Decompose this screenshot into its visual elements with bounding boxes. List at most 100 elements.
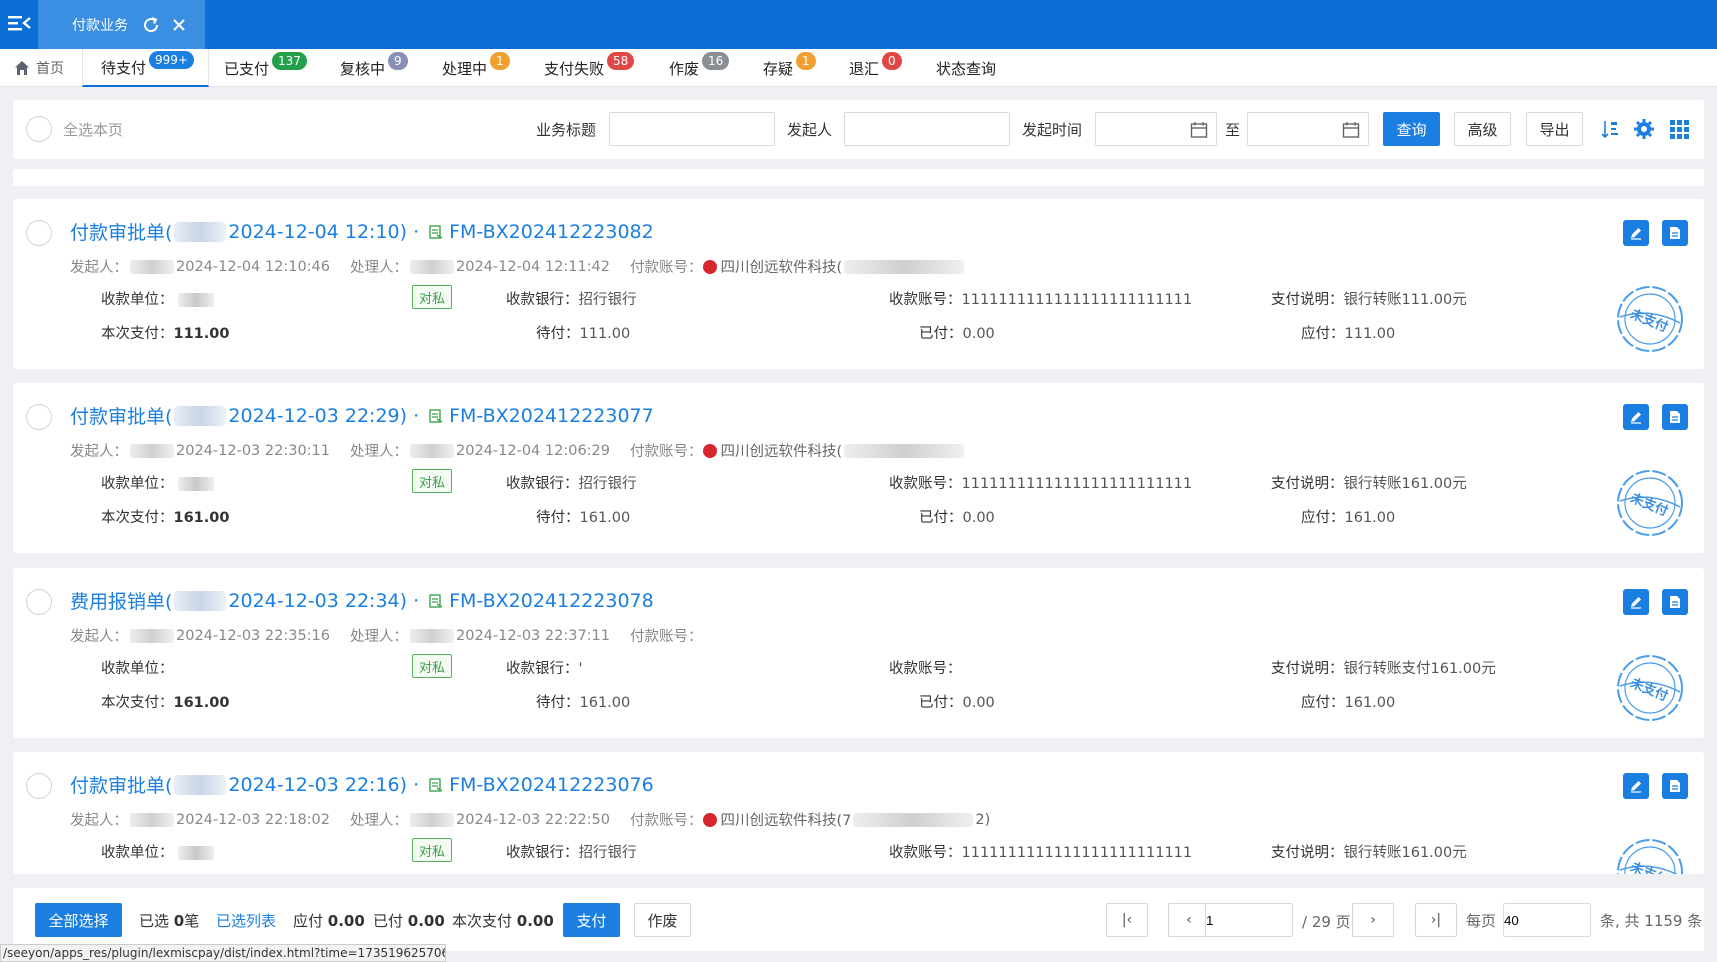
count-badge: 1 — [796, 52, 816, 70]
tab-returned[interactable]: 退汇 0 — [849, 49, 902, 87]
card-title[interactable]: 付款审批单( 2024-12-03 22:29) · FM-BX20241222… — [70, 402, 654, 429]
payment-card[interactable]: 付款审批单( 2024-12-03 22:29) · FM-BX20241222… — [13, 383, 1704, 553]
paid: 已付：0.00 — [919, 691, 995, 712]
payee-account-value: 1111111111111111111111111 — [961, 476, 1193, 492]
pay-desc-label: 支付说明： — [1271, 661, 1344, 677]
stamp-text: 未支付 — [1627, 675, 1670, 705]
edit-button[interactable] — [1623, 220, 1649, 246]
card-title[interactable]: 费用报销单( 2024-12-03 22:34) · FM-BX20241222… — [70, 587, 654, 614]
paid-label: 已付： — [919, 326, 963, 342]
first-page-button[interactable]: |‹ — [1106, 903, 1148, 937]
pay-account-value: 四川创远软件科技( — [720, 260, 843, 276]
payment-card[interactable]: 付款审批单( 2024-12-03 22:16) · FM-BX20241222… — [13, 752, 1704, 874]
count-badge: 0 — [882, 52, 902, 70]
tab-void[interactable]: 作废 16 — [669, 49, 730, 87]
refresh-icon[interactable] — [142, 16, 160, 34]
detail-button[interactable] — [1662, 404, 1688, 430]
tab-reviewing[interactable]: 复核中 9 — [340, 49, 408, 87]
redacted-name — [174, 405, 227, 426]
payable-summary: 应付 0.00 — [293, 910, 365, 931]
payee-bank: 收款银行：招行银行 — [506, 288, 637, 309]
advanced-button[interactable]: 高级 — [1454, 112, 1511, 146]
payee-bank-label: 收款银行： — [506, 476, 579, 492]
payee-bank-label: 收款银行： — [506, 661, 579, 677]
card-code[interactable]: FM-BX202412223082 — [449, 221, 654, 243]
edit-button[interactable] — [1623, 589, 1649, 615]
tab-label: 作废 — [669, 59, 700, 78]
to-pay: 待付：111.00 — [536, 322, 630, 343]
card-code[interactable]: FM-BX202412223077 — [449, 405, 654, 427]
tab-label: 待支付 — [101, 58, 147, 77]
card-title-time: 2024-12-03 22:34) — [228, 589, 408, 612]
payment-card[interactable]: 付款审批单( 2024-12-04 12:10) · FM-BX20241222… — [13, 199, 1704, 369]
selected-list-link[interactable]: 已选列表 — [216, 910, 276, 931]
initiator-input[interactable] — [844, 112, 1010, 146]
edit-icon — [1631, 597, 1641, 609]
tab-home[interactable]: 首页 — [14, 49, 64, 87]
menu-collapse-icon[interactable] — [6, 10, 32, 36]
detail-button[interactable] — [1662, 773, 1688, 799]
paid-value: 0.00 — [407, 912, 445, 930]
pay-button[interactable]: 支付 — [563, 903, 620, 937]
payment-card[interactable]: 费用报销单( 2024-12-03 22:34) · FM-BX20241222… — [13, 568, 1704, 738]
pay-desc: 支付说明：银行转账161.00元 — [1271, 841, 1467, 862]
tab-pending[interactable]: 待支付 999+ — [82, 49, 209, 87]
card-select-radio[interactable] — [26, 589, 52, 615]
top-bar: 付款业务 — [0, 0, 1717, 49]
select-page-radio[interactable] — [26, 116, 52, 142]
per-page-label: 每页 — [1466, 912, 1497, 930]
void-button[interactable]: 作废 — [634, 903, 691, 937]
edit-button[interactable] — [1623, 404, 1649, 430]
tab-paid[interactable]: 已支付 137 — [224, 49, 307, 87]
count-badge: 9 — [388, 52, 408, 70]
app-tab-payment[interactable]: 付款业务 — [38, 0, 205, 49]
query-button[interactable]: 查询 — [1383, 112, 1440, 146]
prev-page-button[interactable]: ‹ — [1168, 903, 1210, 937]
payable-value: 161.00 — [1344, 510, 1396, 526]
detail-button[interactable] — [1662, 589, 1688, 615]
calendar-icon[interactable] — [1190, 121, 1208, 139]
card-code[interactable]: FM-BX202412223078 — [449, 590, 654, 612]
detail-button[interactable] — [1662, 220, 1688, 246]
title-input[interactable] — [609, 112, 775, 146]
tab-failed[interactable]: 支付失败 58 — [544, 49, 635, 87]
pay-account-label: 付款账号： — [630, 444, 703, 460]
card-select-radio[interactable] — [26, 220, 52, 246]
last-page-button[interactable]: ›| — [1415, 903, 1457, 937]
redacted-name — [410, 259, 454, 274]
card-title[interactable]: 付款审批单( 2024-12-03 22:16) · FM-BX20241222… — [70, 771, 654, 798]
grid-view-icon[interactable] — [1667, 117, 1691, 141]
calendar-icon[interactable] — [1342, 121, 1360, 139]
tab-status-query[interactable]: 状态查询 — [936, 49, 996, 87]
initiator-label: 发起人： — [70, 260, 128, 276]
paid-summary: 已付 0.00 — [373, 910, 445, 931]
redacted-name — [174, 590, 227, 611]
sort-icon[interactable] — [1598, 117, 1622, 141]
export-button[interactable]: 导出 — [1526, 112, 1583, 146]
edit-button[interactable] — [1623, 773, 1649, 799]
select-all-button[interactable]: 全部选择 — [35, 903, 122, 937]
page-input[interactable] — [1205, 903, 1293, 937]
pay-account-label: 付款账号： — [630, 629, 703, 645]
handled-time: 2024-12-03 22:37:11 — [456, 627, 610, 644]
this-pay-label: 本次支付： — [101, 326, 174, 342]
title-separator: · — [413, 589, 420, 612]
gear-icon[interactable] — [1632, 117, 1656, 141]
start-date-input[interactable] — [1095, 112, 1217, 146]
card-select-radio[interactable] — [26, 404, 52, 430]
to-pay-label: 待付： — [536, 326, 580, 342]
card-code[interactable]: FM-BX202412223076 — [449, 774, 654, 796]
paid-value: 0.00 — [962, 326, 995, 342]
close-icon[interactable] — [170, 16, 188, 34]
payee-account-value: 1111111111111111111111111 — [961, 292, 1193, 308]
tab-label: 首页 — [36, 61, 64, 77]
end-date-input[interactable] — [1247, 112, 1369, 146]
next-page-button[interactable]: › — [1352, 903, 1394, 937]
per-page-input[interactable] — [1503, 903, 1591, 937]
tab-doubtful[interactable]: 存疑 1 — [763, 49, 816, 87]
card-select-radio[interactable] — [26, 773, 52, 799]
payee-account-label: 收款账号： — [889, 476, 962, 492]
card-title[interactable]: 付款审批单( 2024-12-04 12:10) · FM-BX20241222… — [70, 218, 654, 245]
tab-processing[interactable]: 处理中 1 — [442, 49, 510, 87]
pay-account-suffix: 2) — [975, 811, 991, 828]
